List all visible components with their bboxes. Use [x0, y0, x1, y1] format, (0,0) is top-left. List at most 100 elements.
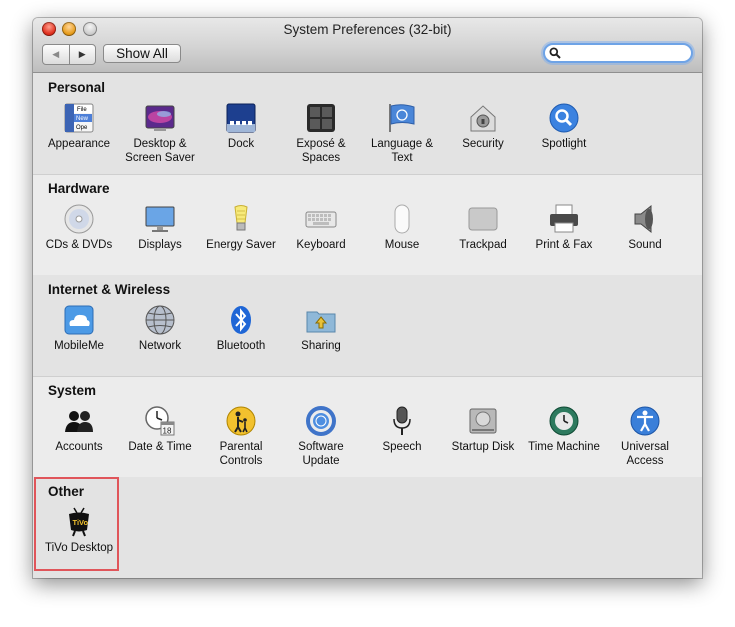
pane-label: Bluetooth: [216, 340, 266, 352]
bluetooth-icon: [231, 306, 251, 334]
show-all-button[interactable]: Show All: [103, 44, 181, 63]
pane-software-update[interactable]: Software Update: [281, 405, 361, 468]
pane-sound[interactable]: Sound: [605, 203, 685, 252]
pane-label: Date & Time: [128, 441, 192, 453]
svg-text:New: New: [76, 116, 89, 122]
pane-label: CDs & DVDs: [45, 239, 113, 251]
pane-spotlight[interactable]: Spotlight: [524, 102, 604, 151]
pane-label: Appearance: [47, 138, 111, 150]
section-title: Personal: [48, 80, 106, 95]
pane-time-machine[interactable]: Time Machine: [524, 405, 604, 454]
search-field[interactable]: [543, 43, 693, 63]
clock-calendar-icon: 18: [145, 406, 175, 436]
svg-text:File: File: [77, 107, 87, 113]
system-preferences-window: System Preferences (32-bit) ◀ ▶ Show All…: [33, 18, 702, 578]
house-lock-icon: [470, 105, 496, 132]
pane-label: Desktop & Screen Saver: [125, 138, 195, 164]
pane-label: Mouse: [384, 239, 420, 251]
pane-sharing[interactable]: Sharing: [281, 304, 361, 353]
parental-icon: [226, 406, 256, 436]
microphone-icon: [393, 406, 411, 435]
pane-trackpad[interactable]: Trackpad: [443, 203, 523, 252]
back-button[interactable]: ◀: [43, 45, 70, 64]
pane-label: Security: [462, 138, 504, 150]
trackpad-icon: [468, 207, 498, 231]
accessibility-icon: [630, 406, 660, 436]
pane-label: Language & Text: [370, 138, 434, 164]
section-internet-wireless: Internet & Wireless MobileMe Network Blu…: [33, 275, 702, 377]
pane-language-text[interactable]: Language & Text: [362, 102, 442, 165]
pane-label: Parental Controls: [219, 441, 263, 467]
selection-highlight: [34, 477, 119, 571]
preferences-content: Personal File New Ope Appearance Desktop…: [33, 73, 702, 578]
title-bar: System Preferences (32-bit) ◀ ▶ Show All: [33, 18, 702, 73]
pane-label: Exposé & Spaces: [296, 138, 346, 164]
monitor-icon: [145, 206, 175, 232]
search-input[interactable]: [563, 45, 683, 61]
section-title: System: [48, 383, 97, 398]
pane-label: Network: [138, 340, 182, 352]
pane-parental-controls[interactable]: Parental Controls: [201, 405, 281, 468]
appearance-icon: File New Ope: [64, 103, 94, 133]
section-title: Hardware: [48, 181, 110, 196]
users-icon: [65, 411, 93, 432]
pane-security[interactable]: Security: [443, 102, 523, 151]
dock-icon: [226, 103, 256, 133]
search-icon: [549, 47, 561, 59]
pane-cds-dvds[interactable]: CDs & DVDs: [39, 203, 119, 252]
section-personal: Personal File New Ope Appearance Desktop…: [33, 73, 702, 175]
cloud-icon: [64, 305, 94, 335]
pane-displays[interactable]: Displays: [120, 203, 200, 252]
printer-icon: [550, 204, 578, 233]
pane-speech[interactable]: Speech: [362, 405, 442, 454]
svg-text:18: 18: [163, 427, 172, 436]
pane-label: Energy Saver: [206, 239, 276, 251]
section-system: System Accounts 18 Date & Time Parental …: [33, 376, 702, 478]
pane-appearance[interactable]: File New Ope Appearance: [39, 102, 119, 151]
folder-sharing-icon: [306, 311, 336, 333]
desktop-icon: [145, 105, 175, 131]
pane-date-time[interactable]: 18 Date & Time: [120, 405, 200, 454]
speaker-icon: [634, 204, 653, 234]
pane-label: Time Machine: [528, 441, 600, 453]
svg-text:Ope: Ope: [76, 125, 88, 131]
pane-label: Universal Access: [621, 441, 669, 467]
pane-desktop-screen-saver[interactable]: Desktop & Screen Saver: [120, 102, 200, 165]
pane-bluetooth[interactable]: Bluetooth: [201, 304, 281, 353]
section-hardware: Hardware CDs & DVDs Displays Energy Save…: [33, 174, 702, 276]
time-machine-icon: [549, 406, 579, 436]
update-icon: [306, 406, 336, 436]
keyboard-icon: [305, 211, 337, 228]
hard-disk-icon: [469, 408, 497, 434]
pane-network[interactable]: Network: [120, 304, 200, 353]
pane-mouse[interactable]: Mouse: [362, 203, 442, 252]
section-other: Other TiVo TiVo Desktop: [33, 477, 702, 578]
pane-label: Displays: [138, 239, 182, 251]
flag-icon: [389, 104, 415, 132]
forward-button[interactable]: ▶: [70, 45, 96, 64]
pane-label: Sharing: [301, 340, 341, 352]
pane-label: Print & Fax: [535, 239, 593, 251]
pane-dock[interactable]: Dock: [201, 102, 281, 151]
pane-label: Startup Disk: [451, 441, 515, 453]
pane-label: Sound: [628, 239, 662, 251]
window-title: System Preferences (32-bit): [283, 22, 452, 37]
section-title: Internet & Wireless: [48, 282, 171, 297]
globe-icon: [145, 305, 175, 335]
pane-label: Trackpad: [459, 239, 507, 251]
pane-keyboard[interactable]: Keyboard: [281, 203, 361, 252]
spotlight-icon: [549, 103, 579, 133]
pane-label: Software Update: [298, 441, 344, 467]
pane-universal-access[interactable]: Universal Access: [605, 405, 685, 468]
pane-mobileme[interactable]: MobileMe: [39, 304, 119, 353]
pane-accounts[interactable]: Accounts: [39, 405, 119, 454]
pane-label: Dock: [227, 138, 255, 150]
pane-expose-spaces[interactable]: Exposé & Spaces: [281, 102, 361, 165]
expose-icon: [307, 104, 335, 132]
pane-energy-saver[interactable]: Energy Saver: [201, 203, 281, 252]
pane-label: Keyboard: [296, 239, 346, 251]
lightbulb-icon: [234, 205, 248, 231]
pane-label: Accounts: [55, 441, 103, 453]
pane-startup-disk[interactable]: Startup Disk: [443, 405, 523, 454]
pane-print-fax[interactable]: Print & Fax: [524, 203, 604, 252]
